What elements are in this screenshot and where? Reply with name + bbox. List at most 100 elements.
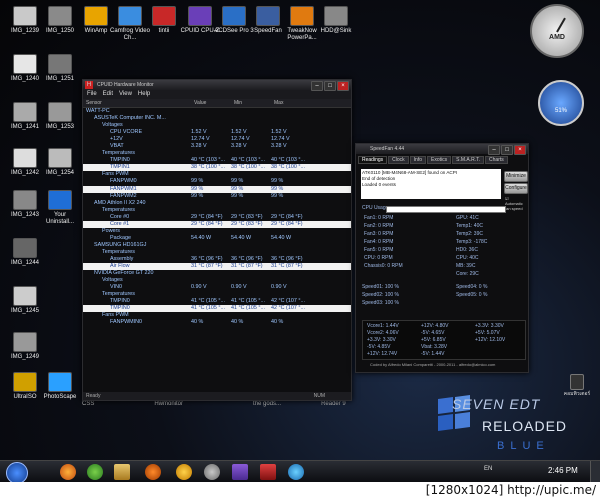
tray-time[interactable]: 2:46 PM [548,466,578,475]
sensor-row[interactable]: Voltages [83,122,351,129]
close-button[interactable]: × [337,81,349,91]
desktop-icon[interactable]: IMG_1243 [5,190,45,219]
sensor-row[interactable]: Temperatures [83,291,351,298]
sensor-row[interactable]: TMPIN0 40 °C (103 °... 40 °C (103 °... 40 °… [83,157,351,164]
sensor-row[interactable]: Package 54.40 W 54.40 W 54.40 W [83,235,351,242]
menu-help[interactable]: Help [138,90,150,99]
sensor-row[interactable]: +12V 12.74 V 12.74 V 12.74 V [83,136,351,143]
firefox-icon[interactable] [60,464,76,480]
sensor-row[interactable]: TMPIN1 38 °C (100 °... 38 °C (100 °... 38 °… [83,164,351,172]
sensor-row[interactable]: ASUSTeK Computer INC. M... [83,115,351,122]
sensor-row[interactable]: Temperatures [83,150,351,157]
menu-file[interactable]: File [87,90,97,99]
sensor-row[interactable]: Temperatures [83,249,351,256]
desktop-icon[interactable]: IMG_1240 [5,54,45,83]
sensor-tree[interactable]: WATT-PC ASUSTeK Computer INC. M... Voltage… [83,108,351,326]
media-player-icon[interactable] [145,464,161,480]
tab-exotics[interactable]: Exotics [427,156,452,164]
log-box[interactable]: ATK0110 [MB-M4N68-AM-SE2] found on ACPI … [361,169,501,199]
sensor-row[interactable]: FANPWMIN0 40 % 40 % 40 % [83,319,351,326]
desktop-icon[interactable]: IMG_1241 [5,102,45,131]
sensor-row[interactable]: FANPWM1 99 % 99 % 99 % [83,185,351,193]
gauge-gadget[interactable]: 51% [538,80,584,126]
sensor-row[interactable]: Voltages [83,277,351,284]
start-button[interactable] [6,462,28,484]
desktop-icon[interactable]: IMG_1254 [40,148,80,177]
clock-gadget[interactable]: AMD [530,4,584,58]
desktop-icon[interactable]: IMG_1251 [40,54,80,83]
desktop-icon[interactable]: tintii [144,6,184,35]
desktop-icon[interactable]: PhotoScape [40,372,80,401]
partial-label: Reader 9 [321,401,346,407]
status-bar: Ready NUM [83,392,351,400]
hwmonitor-taskbar-icon[interactable] [260,464,276,480]
hwmonitor-window[interactable]: H CPUID Hardware Monitor – □ × File Edit… [82,79,352,401]
sensor-row[interactable]: Powers [83,228,351,235]
sensor-row[interactable]: Core #0 29 °C (84 °F) 29 °C (83 °F) 29 °C (… [83,214,351,221]
desktop-icon[interactable]: IMG_1239 [5,6,45,35]
sensor-row[interactable]: Temperatures [83,207,351,214]
configure-button[interactable]: Configure [504,183,528,194]
desktop-icon[interactable]: UltraISO [5,372,45,401]
explorer-icon[interactable] [114,464,130,480]
sensor-row[interactable]: Core #1 29 °C (84 °F) 29 °C (83 °F) 29 °C (… [83,220,351,228]
close-button[interactable]: × [514,145,526,155]
desktop-icon[interactable]: Your Uninstall... [40,190,80,226]
sensor-row[interactable]: Air Flow 31 °C (87 °F) 31 °C (87 °F) 31 °C … [83,263,351,271]
sensor-row[interactable]: NVIDIA GeForce GT 220 [83,270,351,277]
sensor-row[interactable]: Fans PWM [83,171,351,178]
voltage-reading: +12V: 12.74V [367,351,398,357]
desktop-icon[interactable]: IMG_1242 [5,148,45,177]
desktop-icon[interactable]: IMG_1249 [5,332,45,361]
col-max[interactable]: Max [274,99,314,107]
sensor-row[interactable]: FANPWM2 99 % 99 % 99 % [83,193,351,200]
sensor-row[interactable]: TMPIN0 41 °C (105 °... 41 °C (105 °... 42 °… [83,305,351,313]
speedfan-window[interactable]: SpeedFan 4.44 – □ × Readings Clock Info … [355,143,529,373]
speedfan-taskbar-icon[interactable] [176,464,192,480]
sensor-name: FANPWM0 [110,178,137,185]
show-desktop-button[interactable] [590,461,600,483]
col-min[interactable]: Min [234,99,274,107]
menu-view[interactable]: View [119,90,132,99]
tray-desktop-icon[interactable]: คอมพิวเตอร์ [562,374,592,398]
messenger-icon[interactable] [87,464,103,480]
desktop-icon[interactable]: HDD@Sink [316,6,356,35]
desktop-icon[interactable]: IMG_1250 [40,6,80,35]
speedfan-titlebar[interactable]: SpeedFan 4.44 – □ × [356,144,528,155]
hwmonitor-titlebar[interactable]: H CPUID Hardware Monitor – □ × [83,80,351,91]
sensor-row[interactable]: AMD Athlon II X2 240 [83,200,351,207]
tab-readings[interactable]: Readings [358,156,388,164]
settings-gear-icon[interactable] [204,464,220,480]
sensor-row[interactable]: WATT-PC [83,108,351,115]
camfrog-taskbar-icon[interactable] [288,464,304,480]
sensor-row[interactable]: VIN0 0.90 V 0.90 V 0.90 V [83,284,351,291]
desktop-icon[interactable]: IMG_1253 [40,102,80,131]
sensor-name: VIN0 [110,284,122,291]
sensor-row[interactable]: VBAT 3.28 V 3.28 V 3.28 V [83,143,351,150]
auto-fan-checkbox[interactable]: ☑ Automatic fan speed [505,196,527,211]
minimize-app-button[interactable]: Minimize [504,171,528,182]
tab-smart[interactable]: S.M.A.R.T. [452,156,485,164]
col-sensor[interactable]: Sensor [83,99,194,107]
tray-lang[interactable]: EN [484,466,492,472]
sensor-row[interactable]: TMPIN0 41 °C (105 °... 41 °C (105 °... 42 °… [83,298,351,305]
col-value[interactable]: Value [194,99,234,107]
tab-charts[interactable]: Charts [485,156,508,164]
sensor-row[interactable]: FANPWM0 99 % 99 % 99 % [83,178,351,185]
minimize-button[interactable]: – [488,145,500,155]
menu-edit[interactable]: Edit [103,90,113,99]
desktop-icon[interactable]: IMG_1245 [5,286,45,315]
sensor-mn [231,200,271,207]
minimize-button[interactable]: – [311,81,323,91]
sensor-row[interactable]: SAMSUNG HD161GJ [83,242,351,249]
desktop-icon[interactable]: IMG_1244 [5,238,45,267]
tab-clock[interactable]: Clock [388,156,409,164]
maximize-button[interactable]: □ [501,145,513,155]
partial-icon-labels: CSS Hwmonitor the gods... Reader 9 [82,401,346,407]
sensor-row[interactable]: Assembly 36 °C (96 °F) 36 °C (96 °F) 36 °C … [83,256,351,263]
maximize-button[interactable]: □ [324,81,336,91]
sensor-row[interactable]: Fans PWM [83,312,351,319]
sensor-row[interactable]: CPU VCORE 1.52 V 1.52 V 1.52 V [83,129,351,136]
tab-info[interactable]: Info [409,156,426,164]
cpuz-taskbar-icon[interactable] [232,464,248,480]
